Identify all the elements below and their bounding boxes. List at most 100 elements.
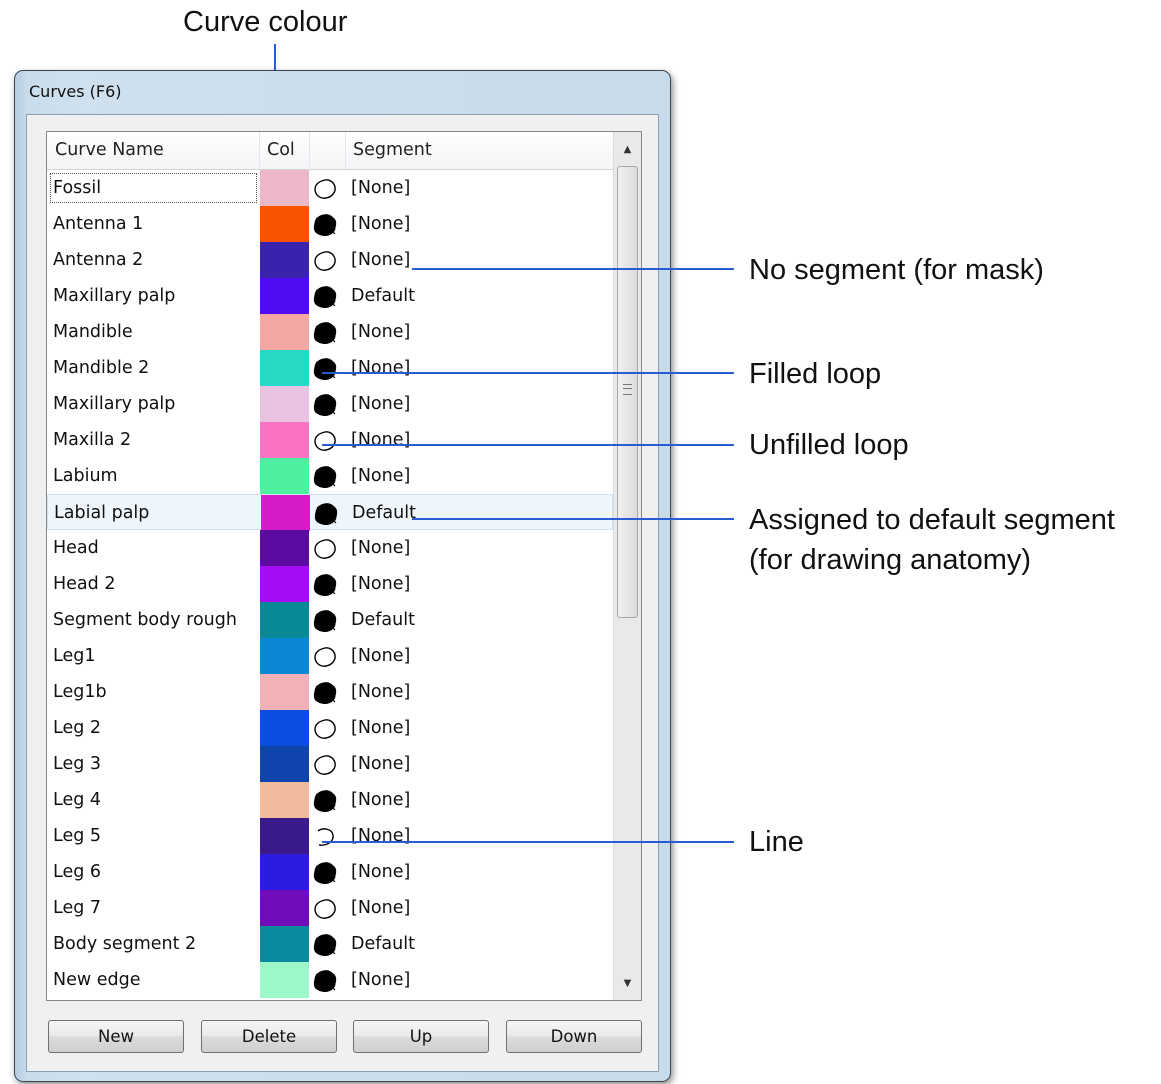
curve-name[interactable]: Body segment 2	[53, 926, 258, 962]
curve-color-swatch[interactable]	[260, 746, 309, 782]
filled-loop-icon[interactable]	[313, 358, 337, 380]
segment-value[interactable]: [None]	[351, 818, 410, 854]
curve-name[interactable]: Leg 2	[53, 710, 258, 746]
list-row[interactable]: Antenna 2 [None]	[47, 242, 613, 278]
list-row[interactable]: Mandible [None]	[47, 314, 613, 350]
curve-color-swatch[interactable]	[260, 350, 309, 386]
unfilled-loop-icon[interactable]	[313, 754, 337, 776]
scroll-up-arrow-icon[interactable]: ▲	[614, 132, 641, 166]
curve-color-swatch[interactable]	[260, 566, 309, 602]
filled-loop-icon[interactable]	[314, 503, 338, 525]
curve-color-swatch[interactable]	[260, 422, 309, 458]
list-row[interactable]: Leg1 [None]	[47, 638, 613, 674]
unfilled-loop-icon[interactable]	[313, 718, 337, 740]
curve-name[interactable]: Antenna 2	[53, 242, 258, 278]
curve-color-swatch[interactable]	[260, 782, 309, 818]
segment-value[interactable]: [None]	[351, 350, 410, 386]
filled-loop-icon[interactable]	[313, 466, 337, 488]
curve-color-swatch[interactable]	[260, 386, 309, 422]
list-row[interactable]: Maxilla 2 [None]	[47, 422, 613, 458]
curve-color-swatch[interactable]	[260, 278, 309, 314]
curve-name[interactable]: Segment body rough	[53, 602, 258, 638]
curve-color-swatch[interactable]	[260, 638, 309, 674]
down-button[interactable]: Down	[506, 1020, 642, 1053]
curve-name[interactable]: Antenna 1	[53, 206, 258, 242]
column-header-segment[interactable]: Segment	[345, 132, 605, 169]
curve-name[interactable]: Fossil	[49, 172, 258, 204]
segment-value[interactable]: [None]	[351, 782, 410, 818]
filled-loop-icon[interactable]	[313, 286, 337, 308]
segment-value[interactable]: [None]	[351, 314, 410, 350]
curve-color-swatch[interactable]	[260, 170, 309, 206]
list-row[interactable]: Leg 4 [None]	[47, 782, 613, 818]
segment-value[interactable]: [None]	[351, 422, 410, 458]
curve-name[interactable]: Maxillary palp	[53, 386, 258, 422]
curve-name[interactable]: Leg 4	[53, 782, 258, 818]
curve-name[interactable]: Leg 5	[53, 818, 258, 854]
column-header-curve-name[interactable]: Curve Name	[47, 132, 259, 169]
list-row[interactable]: Labium [None]	[47, 458, 613, 494]
curve-name[interactable]: Leg 3	[53, 746, 258, 782]
curve-name[interactable]: Maxilla 2	[53, 422, 258, 458]
filled-loop-icon[interactable]	[313, 214, 337, 236]
segment-value[interactable]: Default	[351, 278, 415, 314]
list-row[interactable]: Leg 5 [None]	[47, 818, 613, 854]
curve-color-swatch[interactable]	[260, 530, 309, 566]
curves-list[interactable]: Curve Name Col Segment Fossil [None] Anten…	[46, 131, 642, 1001]
filled-loop-icon[interactable]	[313, 574, 337, 596]
filled-loop-icon[interactable]	[313, 970, 337, 992]
curve-name[interactable]: Mandible	[53, 314, 258, 350]
header-divider[interactable]	[309, 132, 310, 169]
column-header-col[interactable]: Col	[259, 132, 309, 169]
curve-color-swatch[interactable]	[260, 926, 309, 962]
segment-value[interactable]: Default	[351, 602, 415, 638]
filled-loop-icon[interactable]	[313, 934, 337, 956]
list-row[interactable]: Antenna 1 [None]	[47, 206, 613, 242]
curve-name[interactable]: Head 2	[53, 566, 258, 602]
segment-value[interactable]: [None]	[351, 206, 410, 242]
filled-loop-icon[interactable]	[313, 790, 337, 812]
list-row[interactable]: Labial palp Default	[47, 494, 613, 531]
filled-loop-icon[interactable]	[313, 610, 337, 632]
segment-value[interactable]: [None]	[351, 746, 410, 782]
curve-name[interactable]: Head	[53, 530, 258, 566]
curve-color-swatch[interactable]	[260, 710, 309, 746]
curve-color-swatch[interactable]	[260, 458, 309, 494]
curve-color-swatch[interactable]	[260, 818, 309, 854]
curve-color-swatch[interactable]	[260, 602, 309, 638]
delete-button[interactable]: Delete	[201, 1020, 337, 1053]
unfilled-loop-icon[interactable]	[313, 538, 337, 560]
segment-value[interactable]: [None]	[351, 170, 410, 206]
list-row[interactable]: Body segment 2 Default	[47, 926, 613, 962]
segment-value[interactable]: [None]	[351, 674, 410, 710]
filled-loop-icon[interactable]	[313, 862, 337, 884]
list-row[interactable]: Maxillary palp Default	[47, 278, 613, 314]
segment-value[interactable]: Default	[351, 926, 415, 962]
filled-loop-icon[interactable]	[313, 394, 337, 416]
curve-color-swatch[interactable]	[260, 962, 309, 998]
list-row[interactable]: Maxillary palp [None]	[47, 386, 613, 422]
curve-color-swatch[interactable]	[260, 242, 309, 278]
list-row[interactable]: Mandible 2 [None]	[47, 350, 613, 386]
unfilled-loop-icon[interactable]	[313, 646, 337, 668]
vertical-scrollbar[interactable]: ▲ ▼	[613, 132, 641, 1000]
new-button[interactable]: New	[48, 1020, 184, 1053]
unfilled-loop-icon[interactable]	[313, 178, 337, 200]
segment-value[interactable]: [None]	[351, 566, 410, 602]
curve-name[interactable]: Mandible 2	[53, 350, 258, 386]
curve-name[interactable]: Maxillary palp	[53, 278, 258, 314]
list-row[interactable]: Leg 3 [None]	[47, 746, 613, 782]
unfilled-loop-icon[interactable]	[313, 898, 337, 920]
curve-color-swatch[interactable]	[260, 206, 309, 242]
curve-name[interactable]: Leg1b	[53, 674, 258, 710]
segment-value[interactable]: [None]	[351, 530, 410, 566]
segment-value[interactable]: [None]	[351, 710, 410, 746]
curve-color-swatch[interactable]	[260, 314, 309, 350]
filled-loop-icon[interactable]	[313, 322, 337, 344]
curve-color-swatch[interactable]	[260, 890, 309, 926]
scroll-down-arrow-icon[interactable]: ▼	[614, 966, 641, 1000]
list-row[interactable]: Head 2 [None]	[47, 566, 613, 602]
segment-value[interactable]: [None]	[351, 458, 410, 494]
list-row[interactable]: Leg 7 [None]	[47, 890, 613, 926]
curve-color-swatch[interactable]	[260, 854, 309, 890]
